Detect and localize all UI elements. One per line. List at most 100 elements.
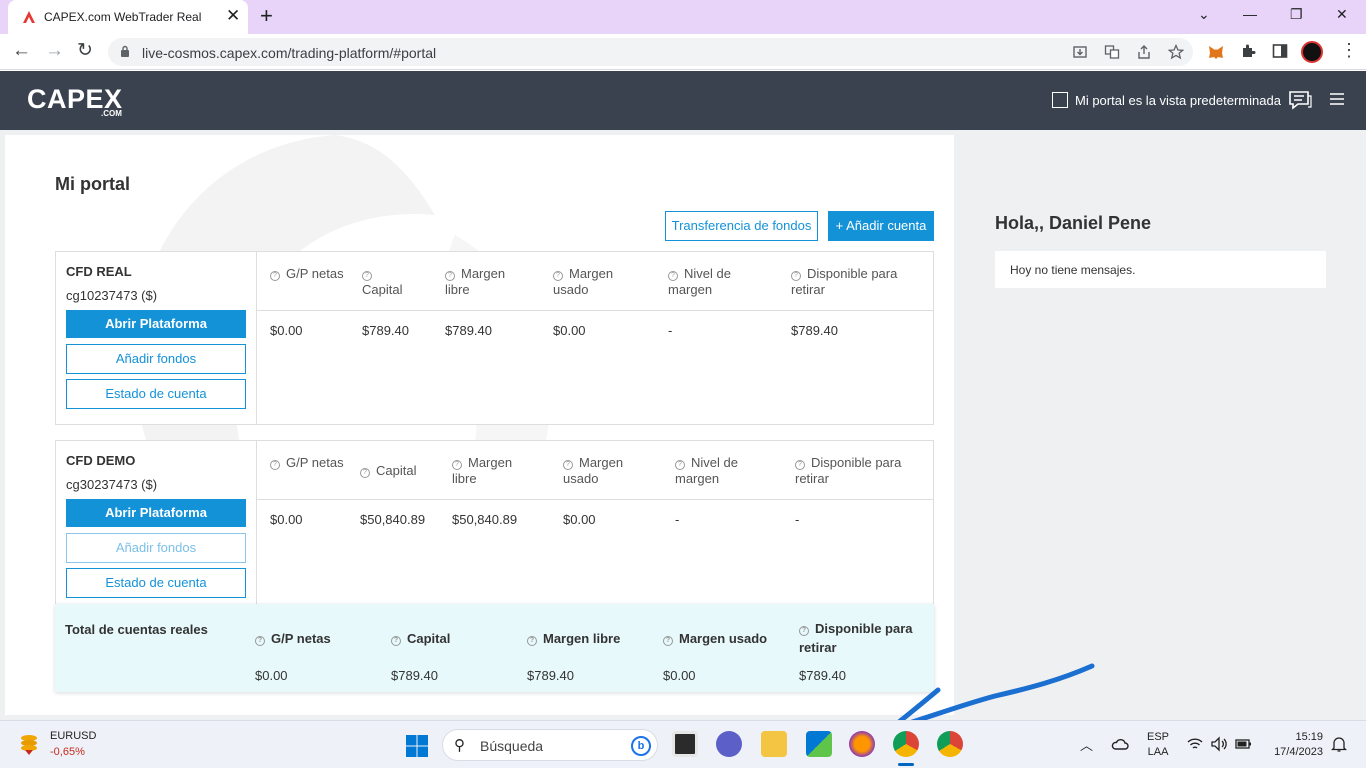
- help-icon[interactable]: ?: [527, 636, 537, 646]
- minimize-icon[interactable]: —: [1243, 5, 1257, 23]
- help-icon[interactable]: ?: [255, 636, 265, 646]
- totals-value: $789.40: [527, 668, 574, 683]
- help-icon[interactable]: ?: [668, 271, 678, 281]
- help-icon[interactable]: ?: [270, 271, 280, 281]
- stock-ticker-icon[interactable]: [18, 732, 40, 756]
- totals-value: $789.40: [391, 668, 438, 683]
- chrome-profile-icon[interactable]: [937, 731, 963, 757]
- ticker-change[interactable]: -0,65%: [50, 746, 85, 758]
- metric-value: $0.00: [270, 323, 303, 338]
- browser-addressbar: ← → ↻ live-cosmos.capex.com/trading-plat…: [0, 34, 1366, 70]
- new-tab-icon[interactable]: +: [260, 5, 273, 27]
- account-name: CFD REAL: [66, 264, 132, 279]
- chrome-icon[interactable]: [893, 731, 919, 757]
- onedrive-cloud-icon[interactable]: [1111, 737, 1129, 751]
- back-icon[interactable]: ←: [12, 40, 31, 62]
- browser-tab[interactable]: CAPEX.com WebTrader Real ✕: [8, 0, 248, 34]
- help-icon[interactable]: ?: [445, 271, 455, 281]
- lock-icon[interactable]: [120, 45, 130, 58]
- hamburger-menu-icon[interactable]: [1329, 91, 1345, 107]
- translate-icon[interactable]: [1104, 44, 1120, 60]
- metric-header: ? Nivel de margen: [668, 266, 731, 297]
- firefox-icon[interactable]: [849, 731, 875, 757]
- default-view-label[interactable]: Mi portal es la vista predeterminada: [1075, 93, 1281, 108]
- metric-value: $789.40: [445, 323, 492, 338]
- tab-close-icon[interactable]: ✕: [226, 7, 240, 25]
- battery-icon[interactable]: [1234, 736, 1252, 752]
- help-icon[interactable]: ?: [391, 636, 401, 646]
- account-summary: CFD REAL cg10237473 ($) Abrir Plataforma…: [56, 252, 257, 424]
- tray-overflow-icon[interactable]: ︿: [1080, 735, 1093, 754]
- chevron-down-icon[interactable]: ⌄: [1198, 5, 1210, 23]
- portal-panel: Mi portal Transferencia de fondos + Añad…: [5, 135, 954, 715]
- bookmark-star-icon[interactable]: [1168, 44, 1184, 60]
- content-area: Mi portal Transferencia de fondos + Añad…: [0, 130, 1366, 740]
- microsoft-store-icon[interactable]: [806, 731, 832, 757]
- default-view-checkbox[interactable]: [1052, 92, 1068, 108]
- metric-header: ? Margen libre: [445, 266, 506, 297]
- help-icon[interactable]: ?: [362, 271, 372, 281]
- forward-icon[interactable]: →: [45, 40, 64, 62]
- help-icon[interactable]: ?: [452, 460, 462, 470]
- browser-menu-icon[interactable]: ⋮: [1340, 40, 1358, 60]
- restore-icon[interactable]: ❐: [1290, 5, 1303, 23]
- share-icon[interactable]: [1136, 44, 1152, 60]
- metric-value: -: [795, 512, 800, 527]
- help-icon[interactable]: ?: [360, 468, 370, 478]
- help-icon[interactable]: ?: [675, 460, 685, 470]
- help-icon[interactable]: ?: [270, 460, 280, 470]
- search-placeholder[interactable]: Búsqueda: [480, 738, 543, 754]
- chat-messages-icon[interactable]: [1287, 88, 1313, 112]
- windows-start-icon[interactable]: [405, 734, 429, 758]
- browser-tabbar: CAPEX.com WebTrader Real ✕ + ⌄ — ❐ ✕: [0, 0, 1366, 34]
- side-panel-icon[interactable]: [1272, 43, 1288, 59]
- account-statement-button[interactable]: Estado de cuenta: [66, 379, 246, 409]
- help-icon[interactable]: ?: [795, 460, 805, 470]
- account-statement-button[interactable]: Estado de cuenta: [66, 568, 246, 598]
- help-icon[interactable]: ?: [799, 626, 809, 636]
- url-bar[interactable]: live-cosmos.capex.com/trading-platform/#…: [108, 38, 1193, 66]
- metric-value: -: [668, 323, 673, 338]
- account-card-real: CFD REAL cg10237473 ($) Abrir Plataforma…: [55, 251, 934, 425]
- notifications-icon[interactable]: [1331, 735, 1347, 753]
- help-icon[interactable]: ?: [791, 271, 801, 281]
- add-funds-button[interactable]: Añadir fondos: [66, 533, 246, 563]
- system-clock[interactable]: 15:19 17/4/2023: [1266, 730, 1323, 760]
- metamask-icon[interactable]: [1207, 43, 1225, 61]
- transfer-funds-button[interactable]: Transferencia de fondos: [665, 211, 818, 241]
- real-accounts-totals: Total de cuentas reales ? G/P netas ? Capi…: [55, 604, 934, 692]
- input-language[interactable]: ESP LAA: [1147, 730, 1169, 760]
- extensions-puzzle-icon[interactable]: [1240, 43, 1256, 59]
- task-view-icon[interactable]: [672, 731, 698, 757]
- reload-icon[interactable]: ↻: [77, 40, 93, 62]
- taskbar-search[interactable]: ⚲ Búsqueda b: [442, 729, 658, 761]
- add-funds-button[interactable]: Añadir fondos: [66, 344, 246, 374]
- wifi-icon[interactable]: [1187, 737, 1203, 751]
- teams-chat-icon[interactable]: [716, 731, 742, 757]
- profile-avatar[interactable]: [1301, 41, 1323, 63]
- url-text[interactable]: live-cosmos.capex.com/trading-platform/#…: [142, 45, 436, 61]
- totals-header: ? Margen usado: [663, 629, 783, 648]
- search-icon: ⚲: [454, 737, 465, 754]
- app-header: CAPEX .COM Mi portal es la vista predete…: [0, 71, 1366, 130]
- help-icon[interactable]: ?: [663, 636, 673, 646]
- metric-header: ? G/P netas: [270, 266, 350, 282]
- add-account-button[interactable]: + Añadir cuenta: [828, 211, 934, 241]
- active-app-indicator: [898, 763, 914, 766]
- install-icon[interactable]: [1072, 44, 1088, 60]
- open-platform-button[interactable]: Abrir Plataforma: [66, 310, 246, 338]
- metric-header: ? G/P netas: [270, 455, 350, 471]
- metric-header: ? Nivel de margen: [675, 455, 738, 486]
- metric-header: ? Capital: [360, 463, 440, 479]
- help-icon[interactable]: ?: [563, 460, 573, 470]
- metric-value: $50,840.89: [452, 512, 518, 527]
- open-platform-button[interactable]: Abrir Plataforma: [66, 499, 246, 527]
- bing-icon[interactable]: b: [631, 736, 651, 756]
- totals-value: $0.00: [255, 668, 288, 683]
- close-window-icon[interactable]: ✕: [1336, 5, 1348, 23]
- file-explorer-icon[interactable]: [761, 731, 787, 757]
- help-icon[interactable]: ?: [553, 271, 563, 281]
- ticker-symbol[interactable]: EURUSD: [50, 730, 96, 742]
- volume-icon[interactable]: [1210, 736, 1228, 752]
- account-card-demo: CFD DEMO cg30237473 ($) Abrir Plataforma…: [55, 440, 934, 610]
